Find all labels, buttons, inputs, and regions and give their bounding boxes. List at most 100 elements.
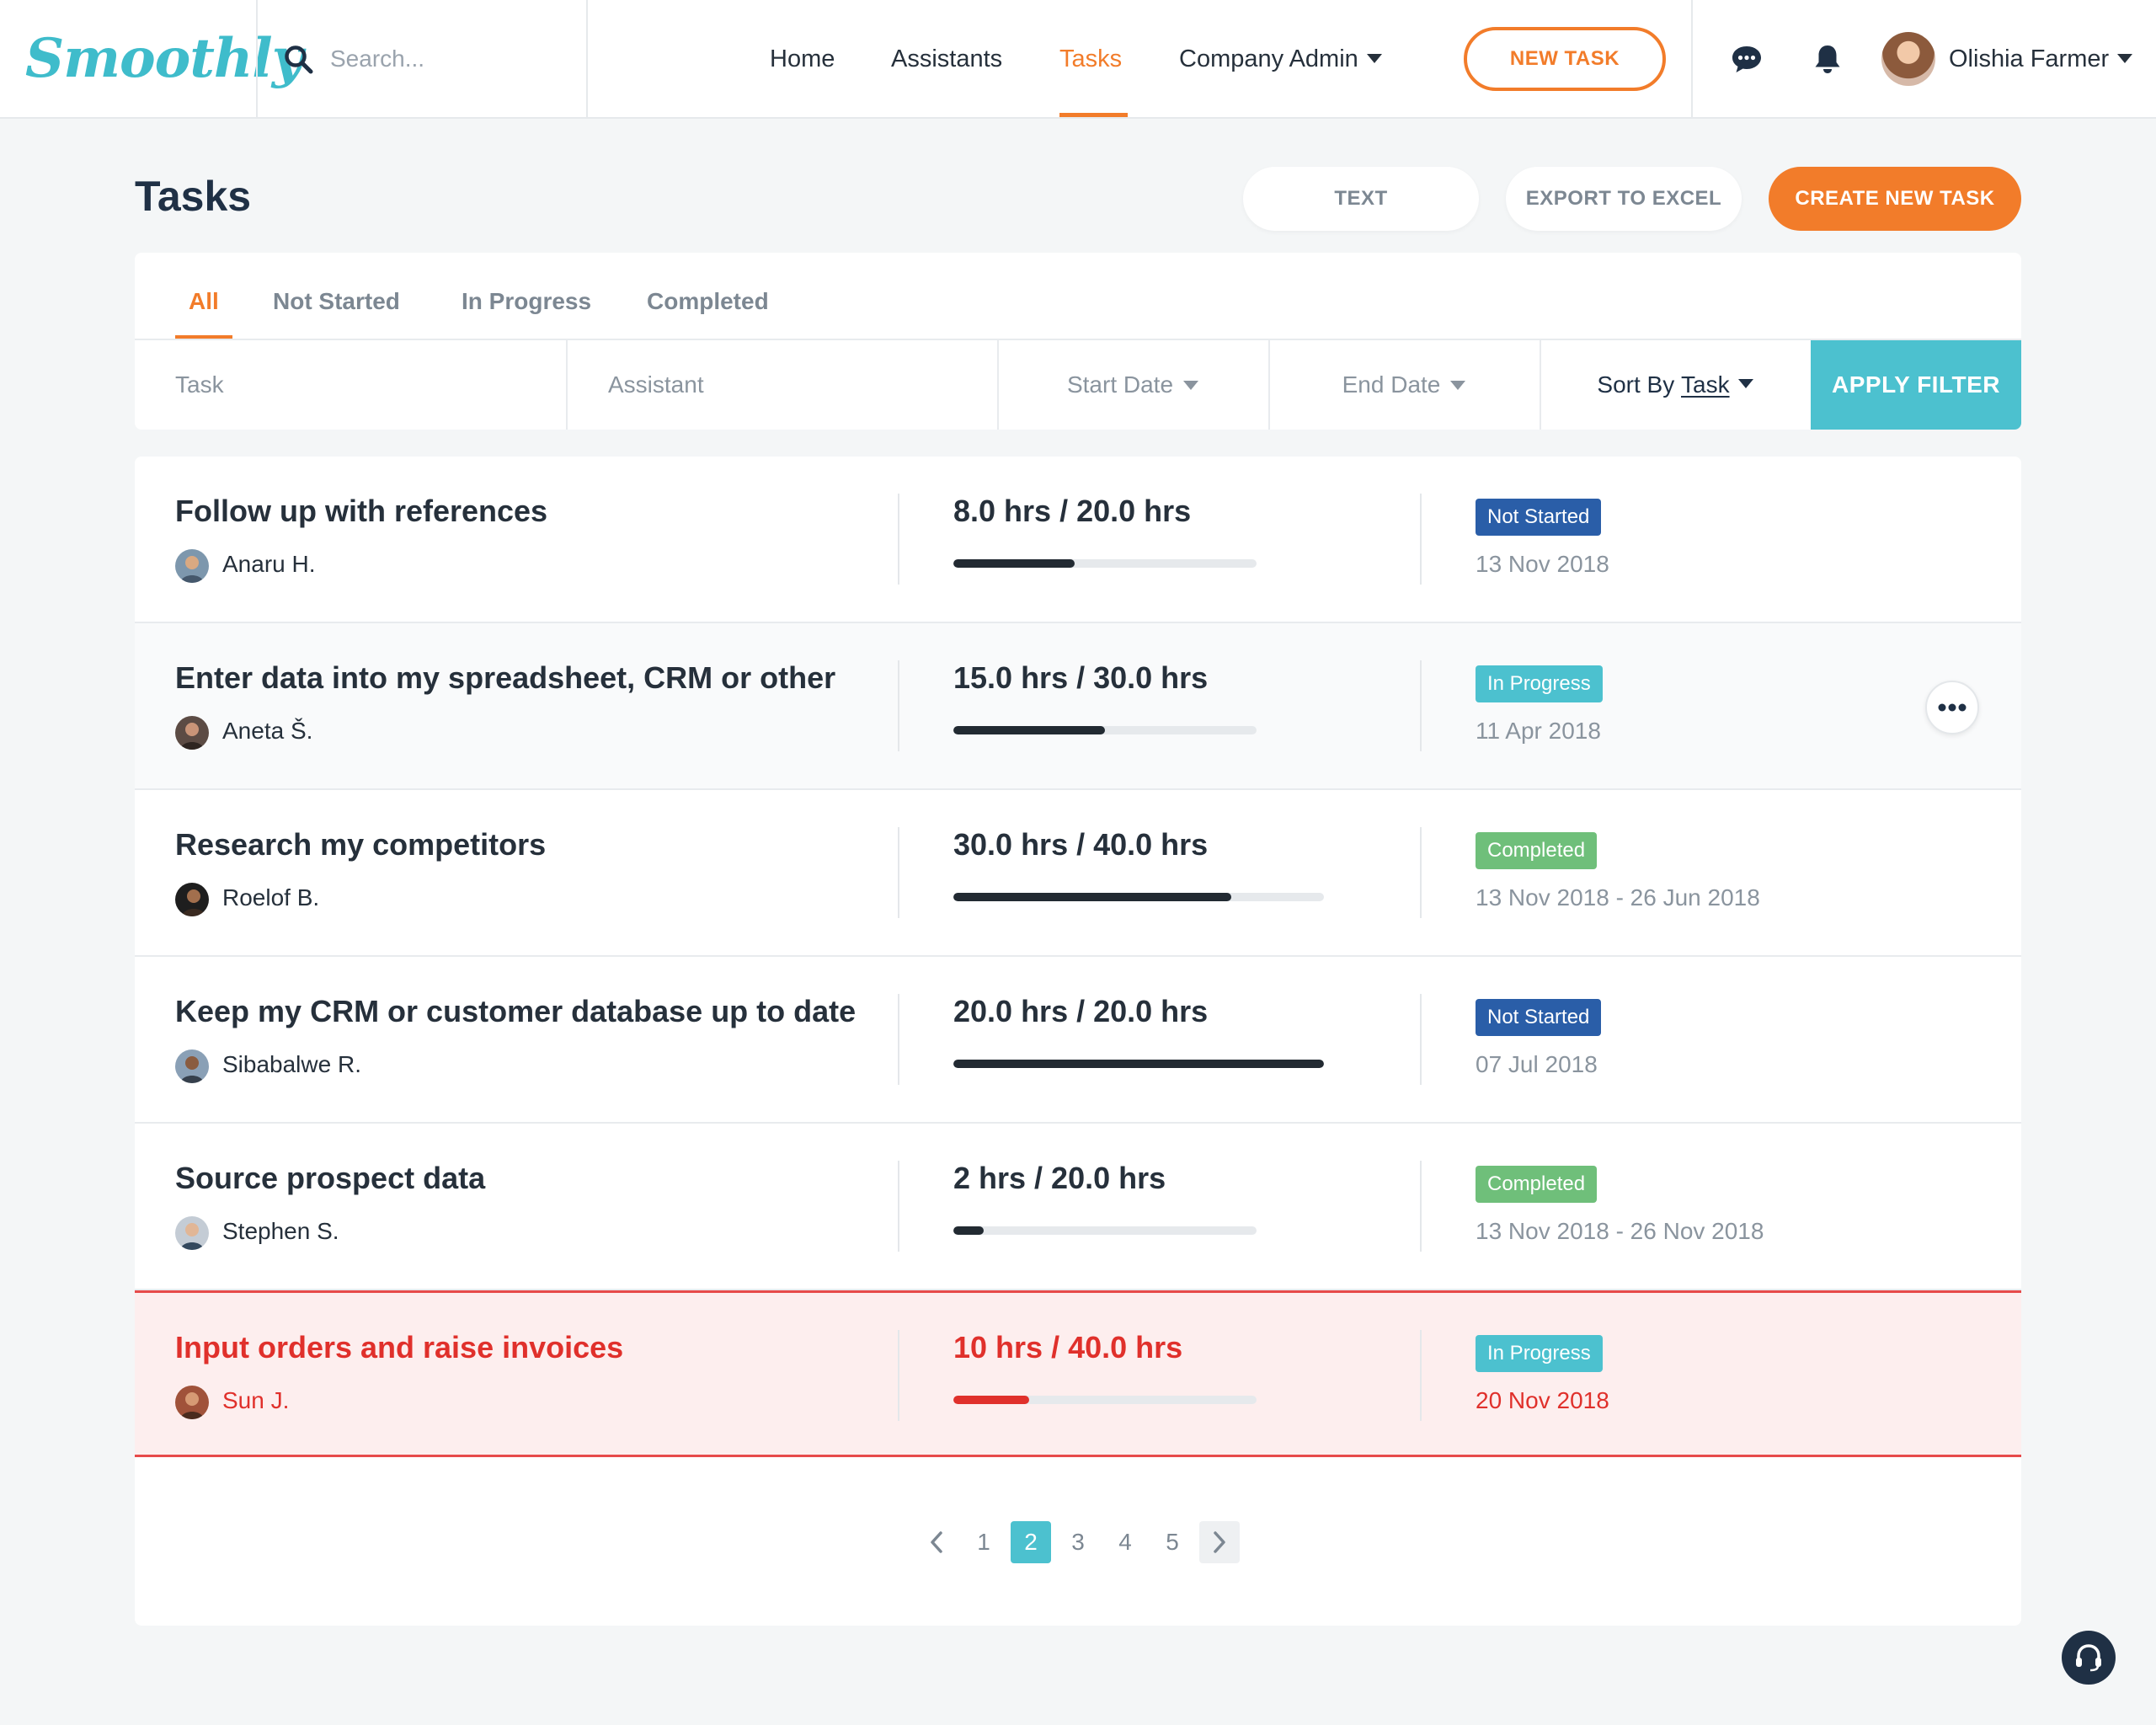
export-to-excel-button[interactable]: EXPORT TO EXCEL bbox=[1506, 167, 1742, 231]
task-row[interactable]: Enter data into my spreadsheet, CRM or o… bbox=[135, 623, 2021, 790]
assignee-avatar bbox=[175, 549, 209, 583]
progress-fill bbox=[953, 726, 1105, 734]
column-divider bbox=[898, 494, 899, 585]
task-row[interactable]: Source prospect data Stephen S. 2 hrs / … bbox=[135, 1124, 2021, 1290]
column-divider bbox=[898, 994, 899, 1085]
hours-logged: 8.0 hrs / 20.0 hrs bbox=[953, 494, 1192, 528]
start-date-dropdown[interactable]: Start Date bbox=[997, 340, 1268, 430]
nav-assistants[interactable]: Assistants bbox=[891, 39, 1002, 79]
progress-fill bbox=[953, 1396, 1029, 1404]
header-divider bbox=[1691, 0, 1693, 118]
header-divider bbox=[586, 0, 588, 118]
column-divider bbox=[1420, 1161, 1422, 1252]
assistant-filter bbox=[608, 340, 979, 430]
progress-bar bbox=[953, 559, 1257, 568]
assignee-name: Sibabalwe R. bbox=[222, 1051, 361, 1077]
new-task-button[interactable]: NEW TASK bbox=[1464, 27, 1666, 91]
support-button[interactable] bbox=[2062, 1631, 2116, 1685]
status-badge: Completed bbox=[1476, 832, 1598, 869]
assignee-name: Anaru H. bbox=[222, 551, 316, 577]
task-date: 11 Apr 2018 bbox=[1476, 718, 1601, 744]
task-title: Research my competitors bbox=[175, 827, 547, 862]
progress-bar bbox=[953, 1396, 1257, 1404]
task-date: 13 Nov 2018 - 26 Jun 2018 bbox=[1476, 884, 1760, 911]
column-divider bbox=[1420, 660, 1422, 751]
search-icon bbox=[285, 45, 313, 74]
assignee-avatar bbox=[175, 1386, 209, 1419]
more-options-button[interactable] bbox=[1925, 681, 1979, 734]
column-divider bbox=[1420, 494, 1422, 585]
user-menu[interactable]: Olishia Farmer bbox=[1949, 39, 2133, 79]
status-badge: In Progress bbox=[1476, 1335, 1603, 1372]
page-title: Tasks bbox=[135, 173, 252, 220]
text-button[interactable]: TEXT bbox=[1243, 167, 1479, 231]
pagination-page[interactable]: 3 bbox=[1058, 1521, 1098, 1563]
assignee-avatar bbox=[175, 1216, 209, 1250]
headset-icon bbox=[2076, 1644, 2101, 1672]
task-title: Follow up with references bbox=[175, 494, 548, 528]
task-row-overdue[interactable]: Input orders and raise invoices Sun J. 1… bbox=[135, 1290, 2021, 1457]
filter-card: All Not Started In Progress Completed St… bbox=[135, 253, 2021, 430]
hours-logged: 30.0 hrs / 40.0 hrs bbox=[953, 827, 1209, 862]
pagination-page[interactable]: 4 bbox=[1105, 1521, 1145, 1563]
bell-icon[interactable] bbox=[1811, 42, 1844, 76]
end-date-dropdown[interactable]: End Date bbox=[1268, 340, 1540, 430]
status-badge: Completed bbox=[1476, 1166, 1598, 1203]
nav-company-admin-label: Company Admin bbox=[1179, 45, 1358, 72]
status-badge: In Progress bbox=[1476, 665, 1603, 702]
pagination-page[interactable]: 5 bbox=[1152, 1521, 1193, 1563]
hours-logged: 20.0 hrs / 20.0 hrs bbox=[953, 994, 1209, 1028]
assignee-name: Roelof B. bbox=[222, 884, 320, 911]
tab-not-started[interactable]: Not Started bbox=[273, 283, 400, 320]
assignee-avatar bbox=[175, 716, 209, 750]
apply-filter-button[interactable]: APPLY FILTER bbox=[1811, 340, 2021, 430]
nav-active-indicator bbox=[1059, 113, 1128, 117]
filter-row: Start Date End Date Sort By Task APPLY F… bbox=[135, 339, 2021, 430]
nav-company-admin[interactable]: Company Admin bbox=[1179, 39, 1382, 79]
create-new-task-button[interactable]: CREATE NEW TASK bbox=[1769, 167, 2021, 231]
assistant-filter-input[interactable] bbox=[608, 371, 979, 398]
task-date: 07 Jul 2018 bbox=[1476, 1051, 1598, 1077]
task-row[interactable]: Keep my CRM or customer database up to d… bbox=[135, 957, 2021, 1124]
column-divider bbox=[898, 827, 899, 918]
pagination-next[interactable] bbox=[1199, 1521, 1240, 1563]
user-name: Olishia Farmer bbox=[1949, 45, 2110, 72]
chevron-right-icon bbox=[1214, 1531, 1225, 1553]
task-list: Follow up with references Anaru H. 8.0 h… bbox=[135, 457, 2021, 1626]
task-filter bbox=[175, 340, 546, 430]
task-date: 13 Nov 2018 bbox=[1476, 551, 1609, 577]
progress-bar bbox=[953, 1060, 1324, 1068]
tab-completed[interactable]: Completed bbox=[647, 283, 769, 320]
app-logo[interactable]: Smoothly bbox=[25, 17, 303, 101]
chat-icon[interactable] bbox=[1730, 42, 1764, 76]
sort-by-label: Sort By bbox=[1597, 371, 1675, 398]
tab-in-progress[interactable]: In Progress bbox=[462, 283, 591, 320]
sort-field: Task bbox=[1681, 371, 1730, 398]
user-avatar[interactable] bbox=[1881, 32, 1935, 86]
progress-bar bbox=[953, 1226, 1257, 1235]
header-divider bbox=[256, 0, 258, 118]
progress-fill bbox=[953, 1060, 1324, 1068]
task-filter-input[interactable] bbox=[175, 371, 546, 398]
task-row[interactable]: Follow up with references Anaru H. 8.0 h… bbox=[135, 457, 2021, 623]
status-badge: Not Started bbox=[1476, 499, 1602, 536]
nav-home[interactable]: Home bbox=[770, 39, 835, 79]
chevron-down-icon bbox=[1366, 53, 1382, 63]
pagination-page[interactable]: 1 bbox=[963, 1521, 1004, 1563]
filter-divider bbox=[566, 340, 568, 430]
start-date-label: Start Date bbox=[1066, 371, 1174, 398]
tab-all[interactable]: All bbox=[189, 283, 219, 320]
task-title: Keep my CRM or customer database up to d… bbox=[175, 994, 857, 1028]
assignee-name: Aneta Š. bbox=[222, 718, 313, 744]
task-row[interactable]: Research my competitors Roelof B. 30.0 h… bbox=[135, 790, 2021, 957]
column-divider bbox=[898, 1330, 899, 1421]
sort-by-dropdown[interactable]: Sort By Task bbox=[1540, 340, 1811, 430]
pagination-page-current[interactable]: 2 bbox=[1011, 1521, 1051, 1563]
end-date-label: End Date bbox=[1342, 371, 1441, 398]
pagination-prev[interactable] bbox=[916, 1521, 957, 1563]
search-input[interactable] bbox=[330, 39, 574, 79]
nav-tasks[interactable]: Tasks bbox=[1059, 39, 1122, 79]
assignee-name: Stephen S. bbox=[222, 1218, 339, 1244]
assignee-avatar bbox=[175, 883, 209, 916]
top-header: Smoothly Home Assistants Tasks Company A… bbox=[0, 0, 2156, 119]
